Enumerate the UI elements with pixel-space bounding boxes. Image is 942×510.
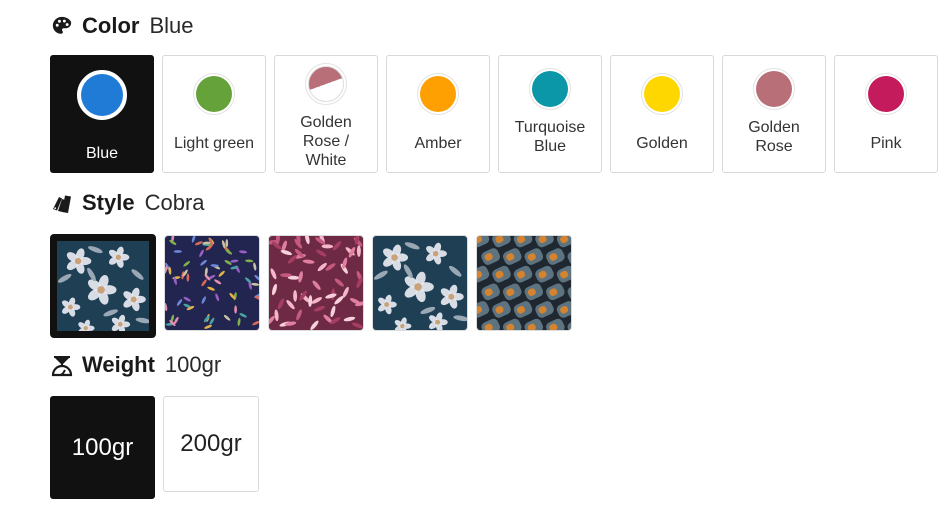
color-swatch-ring [77,70,127,120]
color-option-label: Turquoise Blue [514,119,586,155]
style-pattern-thumbnail [165,236,259,330]
color-swatch-dot [868,76,904,112]
color-option-light-green[interactable]: Light green [162,55,266,173]
color-option-blue[interactable]: Blue [50,55,154,173]
weight-option-label: 200gr [180,430,242,457]
style-selected-value: Cobra [144,190,205,215]
color-section-header: Color Blue [50,11,194,41]
color-option-turquoise-blue[interactable]: Turquoise Blue [498,55,602,173]
style-pattern-thumbnail [57,241,149,331]
color-option-label: Amber [414,135,462,152]
color-swatch-ring [417,73,459,115]
color-option-label: Golden Rose / White [300,114,352,169]
color-option-label: Pink [870,135,902,152]
color-swatch-dot [532,71,568,107]
color-option-golden-rose[interactable]: Golden Rose [722,55,826,173]
style-label: Style [82,190,135,215]
color-swatch-dot [644,76,680,112]
style-section-header: Style Cobra [50,188,205,218]
style-option-pink-petals-3[interactable] [268,235,364,331]
swatch-book-icon [50,191,74,215]
color-label: Color [82,13,140,38]
color-options: Blue Light green Golden Rose / White Amber T… [50,55,938,173]
weight-options: 100gr 200gr [50,396,259,499]
color-option-golden[interactable]: Golden [610,55,714,173]
color-swatch-ring [753,68,795,110]
color-swatch-ring [529,68,571,110]
style-option-navy-floral-1[interactable] [50,234,156,338]
scale-icon [50,353,74,377]
color-option-label: Blue [85,145,119,162]
color-option-pink[interactable]: Pink [834,55,938,173]
color-swatch-ring [865,73,907,115]
color-swatch-ring [305,63,347,105]
style-pattern-thumbnail [373,236,467,330]
color-option-label: Golden Rose [748,119,800,155]
weight-option-label: 100gr [71,433,134,461]
weight-option-200gr[interactable]: 200gr [163,396,259,492]
color-swatch-dot [756,71,792,107]
color-option-amber[interactable]: Amber [386,55,490,173]
color-swatch-ring [641,73,683,115]
color-swatch-dot [308,66,344,102]
weight-selected-value: 100gr [164,352,222,377]
color-option-golden-rose-white[interactable]: Golden Rose / White [274,55,378,173]
color-swatch-dot [81,74,123,116]
style-pattern-thumbnail [269,236,363,330]
color-selected-value: Blue [149,13,194,38]
style-option-navy-floral-4[interactable] [372,235,468,331]
style-options [50,234,572,338]
weight-section-header: Weight 100gr [50,350,221,380]
color-swatch-dot [196,76,232,112]
palette-icon [50,14,74,38]
color-option-label: Golden [636,135,688,152]
color-option-label: Light green [173,135,255,152]
style-option-confetti-leaves-2[interactable] [164,235,260,331]
style-pattern-thumbnail [477,236,571,330]
color-swatch-ring [193,73,235,115]
style-option-cobra-scales-5[interactable] [476,235,572,331]
color-swatch-dot [420,76,456,112]
weight-label: Weight [82,352,155,377]
weight-option-100gr[interactable]: 100gr [50,396,155,499]
